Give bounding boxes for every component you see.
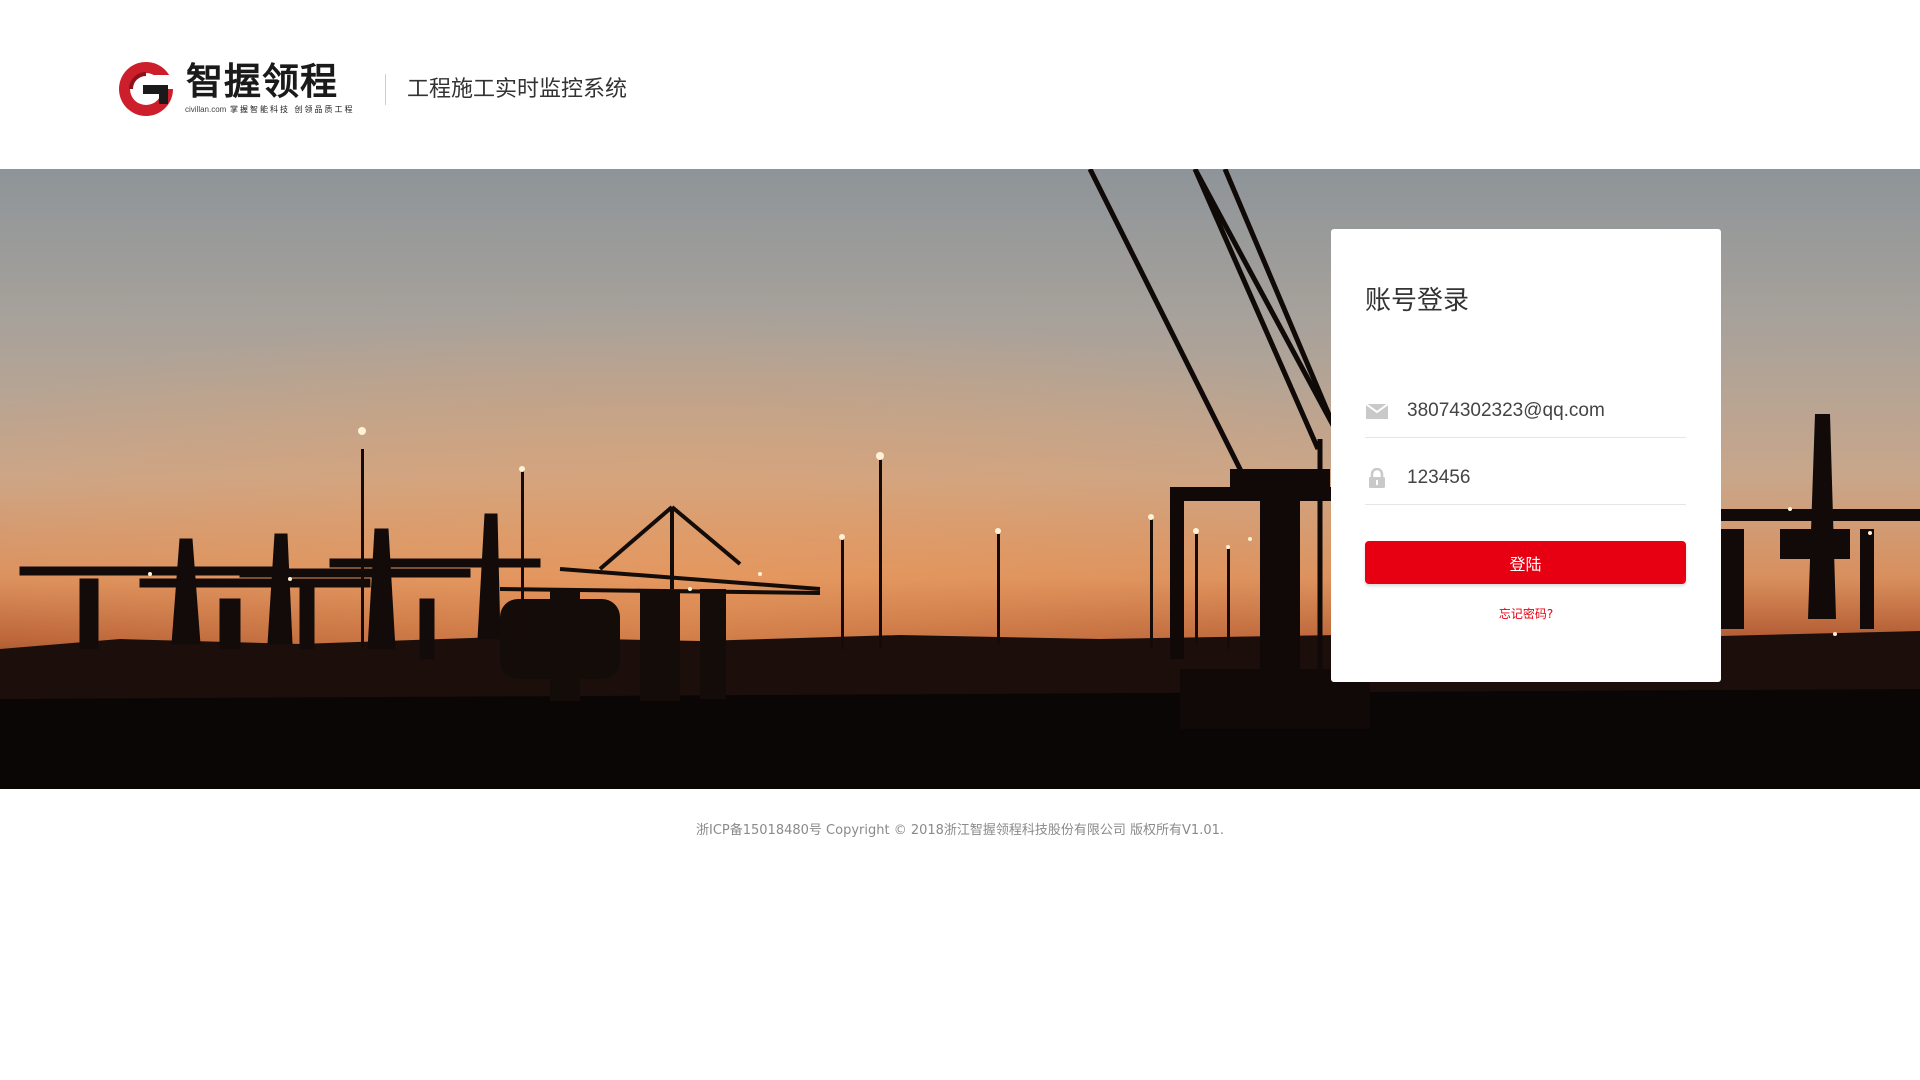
footer-copyright: 浙ICP备15018480号 Copyright © 2018浙江智握领程科技股…	[695, 823, 1225, 838]
header-divider	[385, 74, 386, 105]
lock-icon	[1369, 468, 1385, 488]
brand-domain: civillan.com	[185, 105, 227, 114]
brand-slogan: 掌握智能科技 创领品质工程	[230, 105, 355, 114]
system-title: 工程施工实时监控系统	[407, 77, 628, 102]
brand-name: 智握领程	[186, 60, 338, 103]
email-field	[1365, 384, 1686, 438]
password-field	[1365, 451, 1686, 505]
brand-logo[interactable]: 智握领程 civillan.com 掌握智能科技 创领品质工程	[119, 58, 365, 120]
login-button[interactable]: 登陆	[1365, 541, 1686, 584]
login-title: 账号登录	[1365, 286, 1470, 316]
civillan-g-logo-icon	[119, 62, 176, 116]
login-panel: 账号登录 登陆 忘记密码?	[1331, 229, 1721, 682]
password-input[interactable]	[1407, 463, 1677, 493]
forgot-password-link[interactable]: 忘记密码?	[1331, 605, 1721, 622]
mail-icon	[1366, 403, 1388, 419]
email-input[interactable]	[1407, 396, 1677, 426]
page-header: 智握领程 civillan.com 掌握智能科技 创领品质工程 工程施工实时监控…	[0, 0, 1920, 169]
